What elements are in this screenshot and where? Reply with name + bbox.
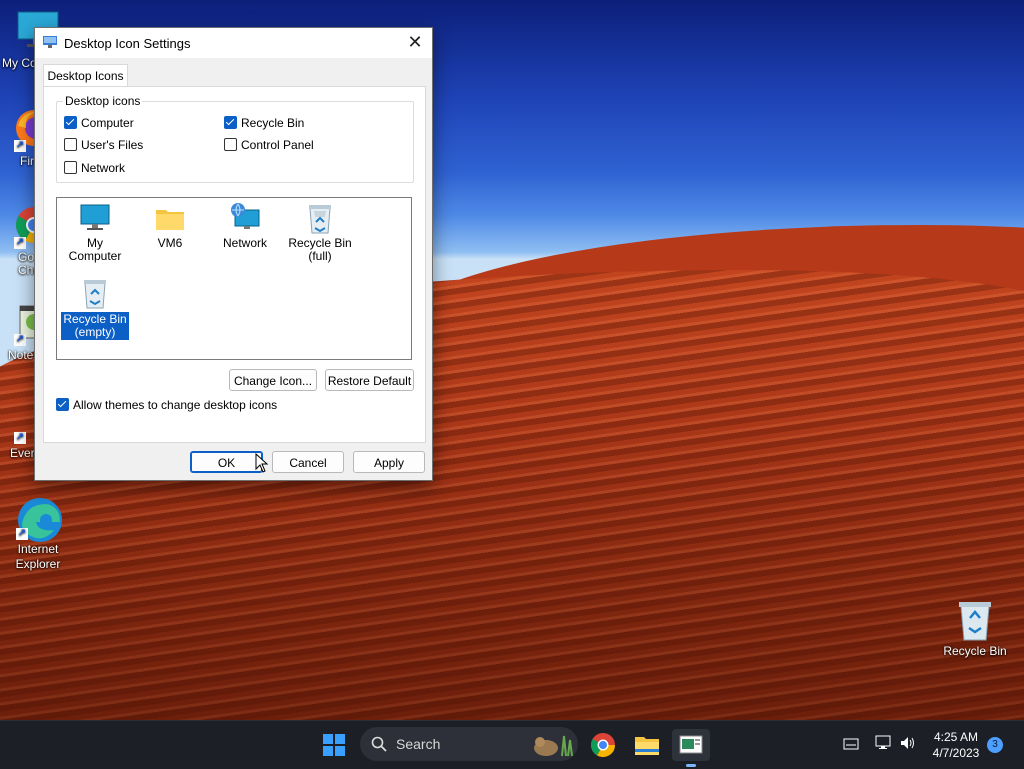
edge-icon: ↗ xyxy=(16,496,62,542)
start-button[interactable] xyxy=(318,729,350,761)
clock-time: 4:25 AM xyxy=(933,730,979,744)
checkbox-box[interactable] xyxy=(64,138,77,152)
checkbox-label: Recycle Bin xyxy=(241,116,305,130)
checkbox-label: User's Files xyxy=(81,138,144,152)
windows-logo-icon xyxy=(323,734,345,756)
tray-keyboard-icon[interactable] xyxy=(843,737,859,754)
list-item-label: VM6 xyxy=(157,236,183,250)
icon-list[interactable]: My Computer VM6 Network Recycle Bin (ful… xyxy=(56,197,412,360)
recycle-bin-empty-icon xyxy=(79,277,111,309)
search-icon xyxy=(371,736,387,755)
ok-button[interactable]: OK xyxy=(190,451,263,473)
desktop-settings-icon xyxy=(43,36,57,48)
clock-date: 4/7/2023 xyxy=(932,746,980,760)
list-item-label: Network xyxy=(222,236,267,250)
checkbox-label: Computer xyxy=(81,116,134,130)
network-status-icon[interactable] xyxy=(875,735,893,754)
checkbox-label: Allow themes to change desktop icons xyxy=(73,398,278,412)
network-icon xyxy=(229,202,261,234)
desktop-icon-recycle-bin[interactable]: Recycle Bin xyxy=(937,598,1013,658)
folder-icon xyxy=(154,202,186,234)
list-item-label: Recycle Bin (empty) xyxy=(60,311,130,341)
recycle-bin-icon xyxy=(953,598,997,642)
folder-icon xyxy=(635,737,659,755)
checkbox-users-files[interactable]: User's Files xyxy=(64,137,143,153)
checkbox-computer[interactable]: Computer xyxy=(64,115,134,131)
change-icon-button[interactable]: Change Icon... xyxy=(229,369,317,391)
chrome-icon xyxy=(590,733,615,758)
list-item-label: My Computer xyxy=(68,236,122,263)
title-bar[interactable]: Desktop Icon Settings ✕ xyxy=(35,28,432,58)
volume-icon[interactable] xyxy=(899,735,917,754)
restore-default-button[interactable]: Restore Default xyxy=(325,369,414,391)
taskbar-chrome[interactable] xyxy=(587,729,619,761)
recycle-bin-full-icon xyxy=(304,202,336,234)
list-item-recycle-bin-empty[interactable]: Recycle Bin (empty) xyxy=(60,277,130,341)
apply-button[interactable]: Apply xyxy=(353,451,425,473)
desktop-icon-settings-dialog: Desktop Icon Settings ✕ Desktop Icons De… xyxy=(34,27,433,481)
list-item-my-computer[interactable]: My Computer xyxy=(60,202,130,263)
desktop-icons-group: Desktop icons Computer Recycle Bin User'… xyxy=(56,94,414,183)
mouse-cursor-icon xyxy=(255,452,269,476)
list-item-network[interactable]: Network xyxy=(210,202,280,250)
active-indicator xyxy=(686,764,696,767)
checkbox-box[interactable] xyxy=(224,138,237,152)
checkbox-control-panel[interactable]: Control Panel xyxy=(224,137,314,153)
checkbox-recycle-bin[interactable]: Recycle Bin xyxy=(224,115,304,131)
taskbar-desktop-icon-settings[interactable] xyxy=(672,729,710,767)
group-label: Desktop icons xyxy=(63,94,143,108)
tab-desktop-icons[interactable]: Desktop Icons xyxy=(43,64,128,87)
tab-panel: Desktop icons Computer Recycle Bin User'… xyxy=(43,86,426,443)
checkbox-label: Network xyxy=(81,161,126,175)
checkbox-box[interactable] xyxy=(64,161,77,175)
dialog-title: Desktop Icon Settings xyxy=(64,36,191,51)
checkbox-label: Control Panel xyxy=(241,138,314,152)
shortcut-arrow-icon: ↗ xyxy=(14,237,26,249)
list-item-vm6[interactable]: VM6 xyxy=(135,202,205,250)
settings-window-icon xyxy=(679,735,703,754)
taskbar-file-explorer[interactable] xyxy=(631,729,663,761)
shortcut-arrow-icon: ↗ xyxy=(14,334,26,346)
shortcut-arrow-icon: ↗ xyxy=(16,528,28,540)
shortcut-arrow-icon: ↗ xyxy=(14,140,26,152)
desktop-icon-internet-explorer[interactable]: ↗ Internet Explorer xyxy=(0,496,76,572)
checkbox-network[interactable]: Network xyxy=(64,160,125,176)
checkbox-box[interactable] xyxy=(64,116,77,130)
taskbar-search-box[interactable]: Search xyxy=(360,727,578,761)
close-button[interactable]: ✕ xyxy=(398,28,432,58)
desktop-icon-label: Recycle Bin xyxy=(943,644,1007,658)
taskbar: Search 4:25 AM 4/7/2023 3 xyxy=(0,720,1024,769)
clock[interactable]: 4:25 AM 4/7/2023 xyxy=(930,729,982,761)
shortcut-arrow-icon: ↗ xyxy=(14,432,26,444)
cancel-button[interactable]: Cancel xyxy=(272,451,344,473)
notification-badge[interactable]: 3 xyxy=(987,737,1003,753)
checkbox-box[interactable] xyxy=(56,398,69,412)
desktop-icon-label: Internet Explorer xyxy=(15,542,61,571)
checkbox-allow-themes[interactable]: Allow themes to change desktop icons xyxy=(56,397,277,413)
list-item-label: Recycle Bin (full) xyxy=(288,236,352,263)
search-placeholder: Search xyxy=(396,736,441,752)
monitor-icon xyxy=(79,202,111,234)
checkbox-box[interactable] xyxy=(224,116,237,130)
search-highlight-image xyxy=(524,730,574,758)
list-item-recycle-bin-full[interactable]: Recycle Bin (full) xyxy=(285,202,355,263)
